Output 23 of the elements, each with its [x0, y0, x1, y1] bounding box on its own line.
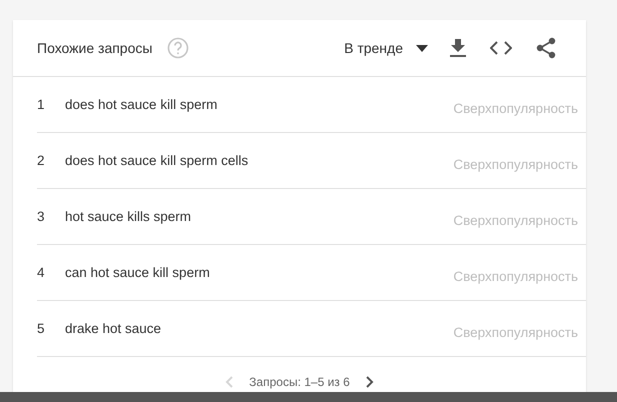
trend-value: Сверхпопулярность [453, 101, 578, 116]
next-icon[interactable] [366, 376, 374, 388]
share-icon[interactable] [536, 37, 556, 59]
download-icon[interactable] [450, 39, 466, 57]
query-link[interactable]: can hot sauce kill sperm [65, 265, 454, 280]
trend-value: Сверхпопулярность [453, 325, 578, 340]
caret-icon[interactable] [416, 44, 428, 52]
card-title: Похожие запросы [37, 40, 152, 56]
rank-number: 4 [37, 265, 46, 280]
pagination-label: Запросы: 1–5 из 6 [249, 375, 350, 389]
query-link[interactable]: drake hot sauce [65, 321, 454, 336]
rank-number: 5 [37, 321, 46, 336]
embed-icon[interactable] [490, 41, 512, 55]
rank-number: 2 [37, 153, 46, 168]
query-link[interactable]: does hot sauce kill sperm [65, 97, 454, 112]
trend-value: Сверхпопулярность [453, 157, 578, 172]
rank-number: 3 [37, 209, 46, 224]
query-link[interactable]: does hot sauce kill sperm cells [65, 153, 454, 168]
trend-value: Сверхпопулярность [453, 269, 578, 284]
sort-dropdown[interactable]: В тренде [344, 40, 428, 56]
trend-value: Сверхпопулярность [453, 213, 578, 228]
rank-number: 1 [37, 97, 46, 112]
query-link[interactable]: hot sauce kills sperm [65, 209, 454, 224]
